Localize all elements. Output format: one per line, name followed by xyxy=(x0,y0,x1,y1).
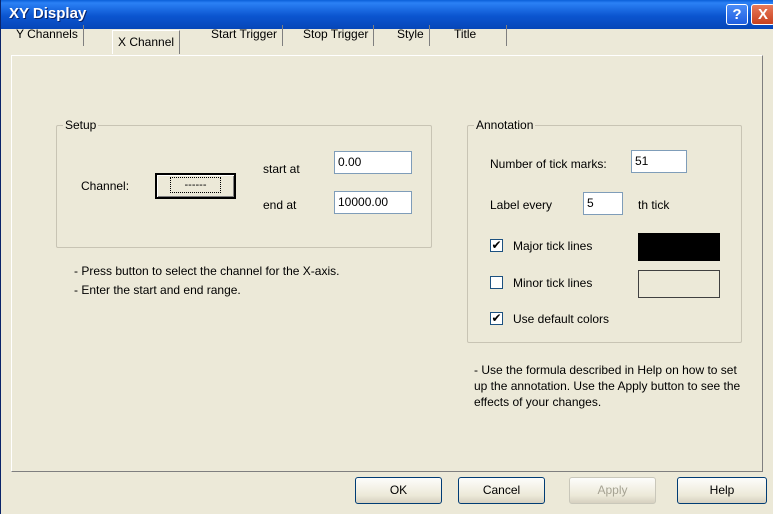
tab-stop-trigger[interactable]: Stop Trigger xyxy=(298,25,375,46)
major-tick-checkbox[interactable]: ✔ xyxy=(490,239,503,252)
minor-tick-color-swatch[interactable] xyxy=(638,270,720,298)
setup-help-line-2: - Enter the start and end range. xyxy=(74,283,241,297)
major-tick-color-swatch[interactable] xyxy=(638,233,720,261)
channel-select-button[interactable]: ------ xyxy=(155,173,236,199)
help-icon[interactable]: ? xyxy=(726,4,748,25)
tab-start-trigger[interactable]: Start Trigger xyxy=(206,25,284,46)
minor-tick-label: Minor tick lines xyxy=(513,276,593,290)
channel-button-label: ------ xyxy=(169,177,222,193)
major-tick-label: Major tick lines xyxy=(513,239,593,253)
start-at-input[interactable]: 0.00 xyxy=(334,151,412,174)
window-title: XY Display xyxy=(9,5,87,22)
close-icon[interactable]: X xyxy=(751,4,773,25)
setup-help-line-1: - Press button to select the channel for… xyxy=(74,264,340,278)
title-bar[interactable]: XY Display ? X xyxy=(1,0,773,29)
channel-label: Channel: xyxy=(81,179,130,193)
default-colors-label: Use default colors xyxy=(513,312,610,326)
tab-x-channel[interactable]: X Channel xyxy=(112,30,181,54)
label-every-suffix: th tick xyxy=(638,198,670,212)
tab-style[interactable]: Style xyxy=(392,25,430,46)
minor-tick-checkbox[interactable] xyxy=(490,276,503,289)
annotation-group: Annotation xyxy=(467,118,742,343)
tick-marks-label: Number of tick marks: xyxy=(490,157,607,171)
help-button[interactable]: Help xyxy=(677,477,767,504)
tab-title[interactable]: Title xyxy=(449,25,507,46)
start-at-label: start at xyxy=(263,162,300,176)
tab-y-channels[interactable]: Y Channels xyxy=(11,25,84,46)
tick-marks-input[interactable]: 51 xyxy=(631,150,687,173)
label-every-input[interactable]: 5 xyxy=(583,192,623,215)
apply-button[interactable]: Apply xyxy=(569,477,656,504)
setup-legend: Setup xyxy=(65,118,97,132)
end-at-label: end at xyxy=(263,198,297,212)
dialog-window: XY Display ? X Y Channels X Channel Star… xyxy=(0,0,773,514)
cancel-button[interactable]: Cancel xyxy=(458,477,545,504)
ok-button[interactable]: OK xyxy=(355,477,442,504)
annotation-help-text: - Use the formula described in Help on h… xyxy=(474,363,741,409)
annotation-legend: Annotation xyxy=(476,118,534,132)
label-every-label: Label every xyxy=(490,198,553,212)
default-colors-checkbox[interactable]: ✔ xyxy=(490,312,503,325)
end-at-input[interactable]: 10000.00 xyxy=(334,191,412,214)
